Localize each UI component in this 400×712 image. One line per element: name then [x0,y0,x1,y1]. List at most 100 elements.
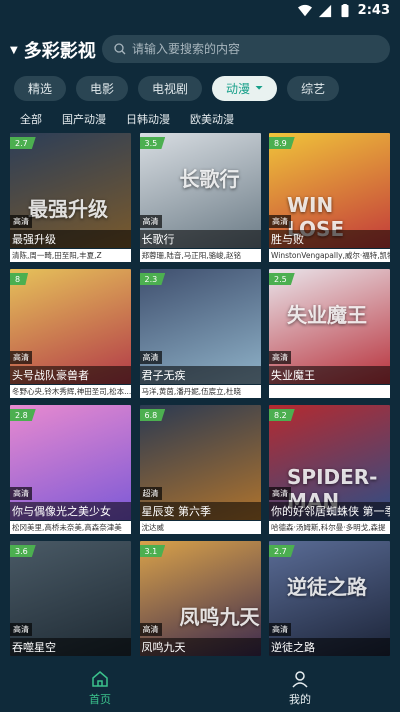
user-icon [292,670,308,688]
nav-home-label: 首页 [89,692,111,706]
card-title: 失业魔王 [269,366,390,384]
score-badge: 3.6 [10,545,36,557]
tab-anime[interactable]: 动漫 ⏷ [212,76,278,101]
quality-badge: 高清 [269,351,291,364]
menu-caret-icon[interactable]: ▼ [10,45,18,56]
poster-art-text: 凤鸣九天 [179,605,260,629]
media-card[interactable]: 2.8 高清 你与偶像光之美少女 松冈美里,高桥未奈美,高森奈津美 [10,405,131,539]
score-badge: 8.2 [269,409,295,421]
nav-profile[interactable]: 我的 [200,664,400,712]
poster-image: 3.6 高清 吞噬星空 [10,541,131,656]
score-badge: 6.8 [139,409,166,421]
media-card[interactable]: WIN LOSE 8.9 高清 胜与败 WinstonVengapally,威尔… [269,133,390,267]
media-card[interactable]: 6.8 超清 星辰变 第六季 沈达威 [139,405,261,539]
quality-badge: 高清 [269,487,291,500]
poster-image: 最强升级 2.7 高清 最强升级 [10,133,131,248]
status-time: 2:43 [357,3,390,18]
score-badge: 3.5 [139,137,166,149]
quality-badge: 高清 [269,623,291,636]
card-cast [269,385,390,398]
bottom-nav: 首页 我的 [0,664,400,712]
poster-image: 8 高清 头号战队豪兽者 [10,269,131,384]
subtab-all[interactable]: 全部 [20,111,42,127]
card-title: 最强升级 [10,230,131,248]
poster-art-text: 长歌行 [179,167,240,191]
score-badge: 8 [10,273,29,285]
card-title: 你与偶像光之美少女 [10,502,131,520]
quality-badge: 高清 [139,215,162,228]
nav-home[interactable]: 首页 [0,664,200,712]
score-badge: 2.3 [139,273,166,285]
card-cast: WinstonVengapally,威尔·福特,凯特 [269,249,390,262]
media-card[interactable]: 2.3 高清 君子无疾 马洋,黄茵,潘丹妮,伍宸立,杜晓 [139,269,261,403]
card-cast: 郑蓉珊,陆音,马正阳,骆峻,赵铭 [139,249,261,262]
quality-badge: 高清 [10,215,32,228]
card-cast: 马洋,黄茵,潘丹妮,伍宸立,杜晓 [139,385,261,398]
card-title: 长歌行 [139,230,261,248]
status-bar: 2:43 [0,0,400,24]
media-card[interactable]: SPIDER-MAN 8.2 高清 你的好邻居蜘蛛侠 第一季 哈德森·汤姆斯,科… [269,405,390,539]
subtab-domestic-anime[interactable]: 国产动漫 [62,111,106,127]
media-card[interactable]: 3.6 高清 吞噬星空 [10,541,131,675]
search-bar[interactable] [102,35,390,63]
wifi-icon [297,4,312,16]
search-icon [114,43,126,55]
score-badge: 2.8 [10,409,36,421]
poster-image: WIN LOSE 8.9 高清 胜与败 [269,133,390,248]
card-title: 吞噬星空 [10,638,131,656]
media-card[interactable]: 长歌行 3.5 高清 长歌行 郑蓉珊,陆音,马正阳,骆峻,赵铭 [139,133,261,267]
home-icon [92,670,108,687]
poster-image: 2.8 高清 你与偶像光之美少女 [10,405,131,520]
search-input[interactable] [132,42,372,56]
card-cast: 沈达威 [139,521,261,534]
score-badge: 2.7 [10,137,36,149]
media-card[interactable]: 8 高清 头号战队豪兽者 冬野心央,铃木秀辉,神田圣司,松本... [10,269,131,403]
card-title: 你的好邻居蜘蛛侠 第一季 [269,502,390,520]
subcategory-tabs: 全部 国产动漫 日韩动漫 欧美动漫 [20,111,234,127]
score-badge: 2.5 [269,273,295,285]
quality-badge: 高清 [10,623,32,636]
card-title: 头号战队豪兽者 [10,366,131,384]
battery-icon [341,3,349,17]
app-header: ▼ 多彩影视 [0,30,400,70]
poster-image: 凤鸣九天 3.1 高清 凤鸣九天 [139,541,261,656]
card-cast: 冬野心央,铃木秀辉,神田圣司,松本... [10,385,131,398]
signal-icon [318,4,331,17]
poster-art-text: 失业魔王 [287,303,367,327]
tab-label: 动漫 [226,82,251,96]
quality-badge: 高清 [139,351,162,364]
card-cast: 哈德森·汤姆斯,科尔曼·多明戈,森提 [269,521,390,534]
score-badge: 8.9 [269,137,295,149]
tab-label: 电视剧 [152,82,189,96]
subtab-western-anime[interactable]: 欧美动漫 [190,111,234,127]
card-title: 星辰变 第六季 [139,502,261,520]
quality-badge: 高清 [139,623,162,636]
media-card[interactable]: 失业魔王 2.5 高清 失业魔王 [269,269,390,403]
quality-badge: 高清 [10,487,32,500]
tab-label: 精选 [28,82,53,96]
poster-image: 逆徒之路 2.7 高清 逆徒之路 [269,541,390,656]
poster-image: 6.8 超清 星辰变 第六季 [139,405,261,520]
card-title: 君子无疾 [139,366,261,384]
card-title: 胜与败 [269,230,390,248]
tab-label: 电影 [90,82,115,96]
tab-featured[interactable]: 精选 [14,76,67,101]
quality-badge: 超清 [139,487,162,500]
tab-variety[interactable]: 综艺 [287,76,340,101]
score-badge: 2.7 [269,545,295,557]
quality-badge: 高清 [10,351,32,364]
filter-icon[interactable]: ⏷ [255,83,263,94]
poster-image: 2.3 高清 君子无疾 [139,269,261,384]
tab-label: 综艺 [301,82,326,96]
category-tabs: 精选 电影 电视剧 动漫 ⏷ 综艺 [14,76,340,101]
card-title: 逆徒之路 [269,638,390,656]
media-card[interactable]: 凤鸣九天 3.1 高清 凤鸣九天 [139,541,261,675]
app-title: 多彩影视 [23,41,96,62]
subtab-japan-korea-anime[interactable]: 日韩动漫 [126,111,170,127]
media-card[interactable]: 逆徒之路 2.7 高清 逆徒之路 [269,541,390,675]
poster-image: 失业魔王 2.5 高清 失业魔王 [269,269,390,384]
tab-tv-series[interactable]: 电视剧 [138,76,203,101]
tab-movies[interactable]: 电影 [76,76,129,101]
media-card[interactable]: 最强升级 2.7 高清 最强升级 清陈,周一畸,田至阳,丰夏,Z [10,133,131,267]
nav-profile-label: 我的 [289,692,311,706]
